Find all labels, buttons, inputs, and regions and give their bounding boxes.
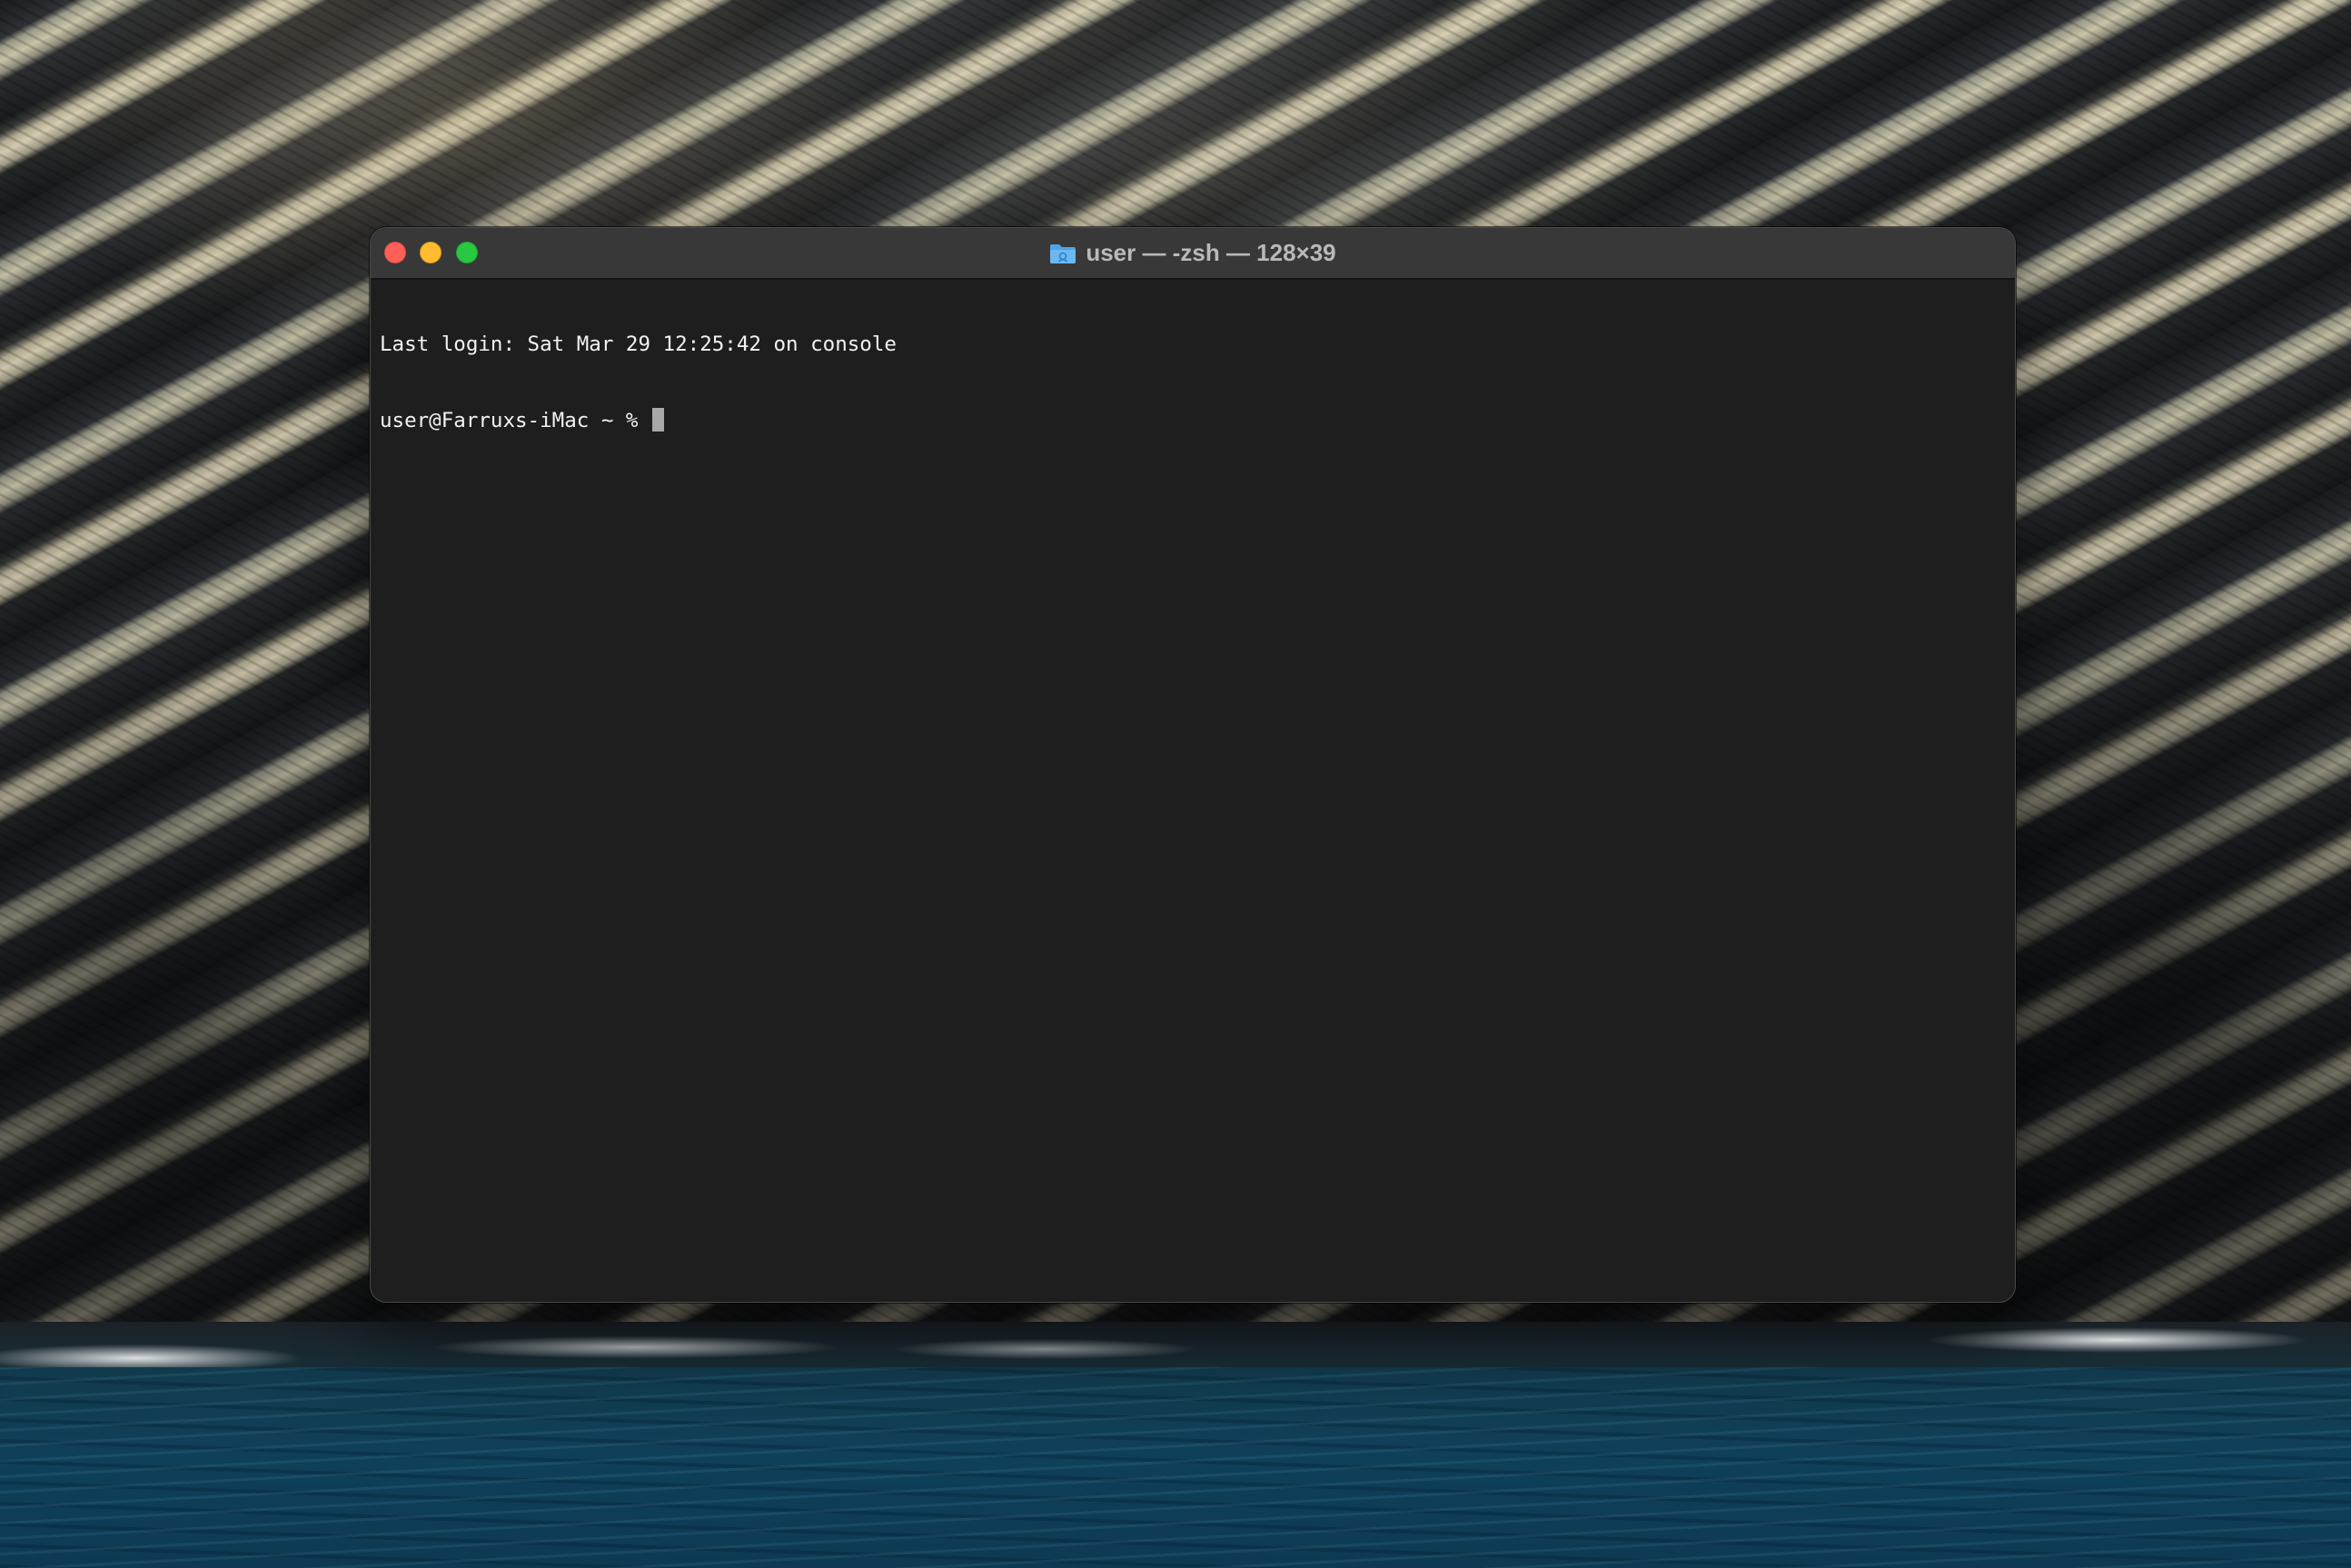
window-title: user — -zsh — 128×39 — [371, 228, 2015, 278]
terminal-output[interactable]: Last login: Sat Mar 29 12:25:42 on conso… — [380, 281, 2006, 1293]
title-bar[interactable]: user — -zsh — 128×39 — [371, 228, 2015, 280]
terminal-line-last-login: Last login: Sat Mar 29 12:25:42 on conso… — [380, 332, 897, 356]
wallpaper-sea — [0, 1367, 2351, 1568]
text-cursor — [652, 408, 665, 432]
prompt-text: user@Farruxs-iMac ~ % — [380, 409, 651, 432]
terminal-line-prompt[interactable]: user@Farruxs-iMac ~ % — [380, 408, 2006, 433]
folder-icon — [1050, 243, 1076, 263]
window-title-text: user — -zsh — 128×39 — [1086, 239, 1336, 266]
terminal-window[interactable]: user — -zsh — 128×39 Last login: Sat Mar… — [370, 227, 2016, 1303]
